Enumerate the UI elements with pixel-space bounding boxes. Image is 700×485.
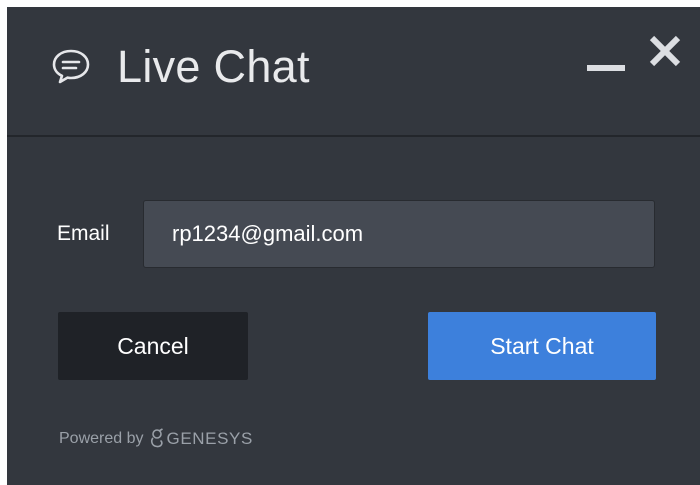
minimize-icon	[587, 65, 625, 71]
close-button[interactable]	[645, 31, 685, 71]
email-field[interactable]	[143, 200, 655, 268]
close-icon	[649, 35, 681, 67]
live-chat-widget: Live Chat Email Cancel Start Chat Powere…	[7, 7, 700, 485]
powered-by: Powered by GENESYS	[59, 427, 253, 451]
chat-header: Live Chat	[7, 7, 700, 137]
minimize-button[interactable]	[587, 55, 627, 79]
start-chat-button[interactable]: Start Chat	[428, 312, 656, 380]
email-row: Email	[7, 200, 700, 270]
genesys-brand: GENESYS	[166, 429, 253, 448]
genesys-logo-icon	[150, 428, 163, 448]
cancel-button[interactable]: Cancel	[58, 312, 248, 380]
email-label: Email	[57, 222, 110, 245]
powered-by-label: Powered by	[59, 430, 144, 447]
chat-title: Live Chat	[117, 41, 310, 92]
speech-bubble-icon	[52, 49, 90, 84]
